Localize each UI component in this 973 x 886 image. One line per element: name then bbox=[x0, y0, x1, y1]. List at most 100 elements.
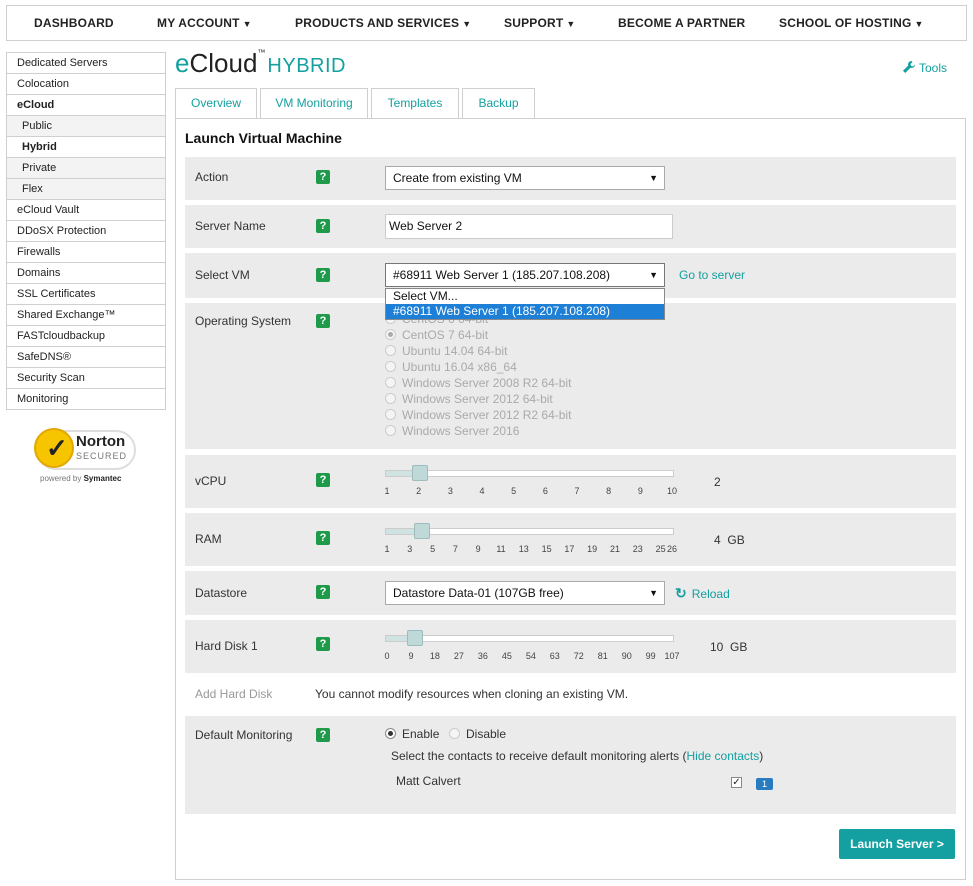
help-icon[interactable]: ? bbox=[316, 170, 330, 184]
slider-tick-label: 7 bbox=[574, 486, 580, 496]
tab-vm-monitoring[interactable]: VM Monitoring bbox=[260, 88, 368, 119]
hard-disk-label: Hard Disk 1 bbox=[195, 639, 258, 653]
ram-slider[interactable] bbox=[385, 523, 674, 539]
sidebar-item-ddosx-protection[interactable]: DDoSX Protection bbox=[7, 221, 165, 242]
tab-backup[interactable]: Backup bbox=[462, 88, 535, 119]
help-icon[interactable]: ? bbox=[316, 268, 330, 282]
server-name-input[interactable]: Web Server 2 bbox=[385, 214, 673, 239]
sidebar-item-dedicated-servers[interactable]: Dedicated Servers bbox=[7, 53, 165, 74]
help-icon[interactable]: ? bbox=[316, 637, 330, 651]
dropdown-arrow-icon: ▼ bbox=[649, 270, 658, 280]
slider-tick-label: 9 bbox=[637, 486, 643, 496]
action-select[interactable]: Create from existing VM ▼ bbox=[385, 166, 665, 190]
help-icon[interactable]: ? bbox=[316, 219, 330, 233]
ram-label: RAM bbox=[195, 532, 222, 546]
sidebar-item-hybrid[interactable]: Hybrid bbox=[7, 137, 165, 158]
help-icon[interactable]: ? bbox=[316, 531, 330, 545]
norton-brand: Norton bbox=[76, 433, 126, 450]
slider-tick-label: 7 bbox=[452, 544, 458, 554]
slider-tick-label: 5 bbox=[511, 486, 517, 496]
add-hard-disk-message: You cannot modify resources when cloning… bbox=[315, 687, 629, 701]
monitoring-enable-radio[interactable]: Enable bbox=[385, 727, 439, 743]
help-icon[interactable]: ? bbox=[316, 728, 330, 742]
slider-tick-label: 9 bbox=[408, 651, 414, 661]
radio-selected-icon bbox=[385, 329, 396, 340]
go-to-server-link[interactable]: Go to server bbox=[679, 268, 745, 282]
os-option[interactable]: Windows Server 2012 64-bit bbox=[385, 392, 553, 408]
reload-link[interactable]: ↻ Reload bbox=[675, 585, 730, 602]
sidebar-item-ecloud-vault[interactable]: eCloud Vault bbox=[7, 200, 165, 221]
tab-templates[interactable]: Templates bbox=[371, 88, 459, 119]
chevron-down-icon: ▼ bbox=[462, 19, 472, 29]
contact-checkbox[interactable]: ✓ bbox=[731, 777, 742, 788]
sidebar: Dedicated Servers Colocation eCloud Publ… bbox=[6, 52, 166, 410]
ram-value: 4 GB bbox=[714, 533, 745, 547]
wrench-icon bbox=[902, 60, 916, 74]
nav-school-of-hosting[interactable]: SCHOOL OF HOSTING ▼ bbox=[779, 6, 924, 40]
sidebar-item-monitoring[interactable]: Monitoring bbox=[7, 389, 165, 410]
sidebar-item-security-scan[interactable]: Security Scan bbox=[7, 368, 165, 389]
row-ram: RAM ? 1 3 5 7 9 11 13 15 17 19 21 23 25 26 4 GB bbox=[185, 513, 956, 566]
ram-slider-handle[interactable] bbox=[414, 523, 431, 539]
os-option-selected[interactable]: CentOS 7 64-bit bbox=[385, 328, 488, 344]
select-vm-select[interactable]: #68911 Web Server 1 (185.207.108.208) ▼ bbox=[385, 263, 665, 287]
contacts-instruction: Select the contacts to receive default m… bbox=[391, 749, 764, 763]
logo-product: HYBRID bbox=[267, 55, 346, 77]
hard-disk-slider-handle[interactable] bbox=[406, 630, 423, 646]
launch-server-button[interactable]: Launch Server > bbox=[839, 829, 955, 859]
nav-dashboard[interactable]: DASHBOARD bbox=[34, 6, 114, 40]
vcpu-value: 2 bbox=[714, 475, 721, 489]
sidebar-item-domains[interactable]: Domains bbox=[7, 263, 165, 284]
sidebar-item-ecloud[interactable]: eCloud bbox=[7, 95, 165, 116]
os-option[interactable]: Windows Server 2012 R2 64-bit bbox=[385, 408, 571, 424]
nav-products-and-services[interactable]: PRODUCTS AND SERVICES ▼ bbox=[295, 6, 471, 40]
sidebar-item-public[interactable]: Public bbox=[7, 116, 165, 137]
slider-tick-label: 8 bbox=[606, 486, 612, 496]
row-operating-system: Operating System ? CentOS 6 64-bit CentO… bbox=[185, 303, 956, 449]
sidebar-item-safedns[interactable]: SafeDNS® bbox=[7, 347, 165, 368]
os-option[interactable]: Windows Server 2016 bbox=[385, 424, 519, 440]
section-title: Launch Virtual Machine bbox=[185, 130, 342, 146]
tools-link[interactable]: Tools bbox=[902, 60, 947, 75]
tab-overview[interactable]: Overview bbox=[175, 88, 257, 119]
select-vm-option-selected[interactable]: #68911 Web Server 1 (185.207.108.208) bbox=[386, 304, 664, 319]
select-vm-option[interactable]: Select VM... bbox=[386, 289, 664, 304]
slider-tick-label: 2 bbox=[416, 486, 422, 496]
sidebar-item-private[interactable]: Private bbox=[7, 158, 165, 179]
logo-trademark: ™ bbox=[257, 48, 266, 57]
slider-tick-label: 72 bbox=[573, 651, 584, 661]
ram-ticks: 1 3 5 7 9 11 13 15 17 19 21 23 25 26 bbox=[384, 544, 685, 556]
vcpu-slider[interactable] bbox=[385, 465, 674, 481]
reload-icon: ↻ bbox=[675, 585, 687, 601]
radio-icon bbox=[385, 393, 396, 404]
hard-disk-value: 10 GB bbox=[710, 640, 748, 654]
os-option[interactable]: Ubuntu 14.04 64-bit bbox=[385, 344, 507, 360]
sidebar-item-colocation[interactable]: Colocation bbox=[7, 74, 165, 95]
hard-disk-slider[interactable] bbox=[385, 630, 674, 646]
sidebar-item-shared-exchange[interactable]: Shared Exchange™ bbox=[7, 305, 165, 326]
chevron-down-icon: ▼ bbox=[242, 19, 252, 29]
slider-tick-label: 13 bbox=[518, 544, 529, 554]
os-option[interactable]: Ubuntu 16.04 x86_64 bbox=[385, 360, 517, 376]
help-icon[interactable]: ? bbox=[316, 314, 330, 328]
action-label: Action bbox=[195, 170, 229, 184]
sidebar-item-ssl-certificates[interactable]: SSL Certificates bbox=[7, 284, 165, 305]
sidebar-item-firewalls[interactable]: Firewalls bbox=[7, 242, 165, 263]
help-icon[interactable]: ? bbox=[316, 473, 330, 487]
select-vm-label: Select VM bbox=[195, 268, 250, 282]
os-option[interactable]: Windows Server 2008 R2 64-bit bbox=[385, 376, 571, 392]
launch-vm-panel: Launch Virtual Machine Action ? Create f… bbox=[175, 118, 966, 880]
help-icon[interactable]: ? bbox=[316, 585, 330, 599]
hide-contacts-link[interactable]: Hide contacts bbox=[687, 749, 760, 763]
vcpu-label: vCPU bbox=[195, 474, 227, 488]
row-datastore: Datastore ? Datastore Data-01 (107GB fre… bbox=[185, 571, 956, 615]
vcpu-slider-handle[interactable] bbox=[411, 465, 428, 481]
monitoring-disable-radio[interactable]: Disable bbox=[449, 727, 506, 743]
datastore-select[interactable]: Datastore Data-01 (107GB free) ▼ bbox=[385, 581, 665, 605]
nav-support[interactable]: SUPPORT ▼ bbox=[504, 6, 576, 40]
nav-my-account[interactable]: MY ACCOUNT ▼ bbox=[157, 6, 252, 40]
sidebar-item-fastcloudbackup[interactable]: FASTcloudbackup bbox=[7, 326, 165, 347]
slider-tick-label: 99 bbox=[645, 651, 656, 661]
sidebar-item-flex[interactable]: Flex bbox=[7, 179, 165, 200]
nav-become-a-partner[interactable]: BECOME A PARTNER bbox=[618, 6, 745, 40]
